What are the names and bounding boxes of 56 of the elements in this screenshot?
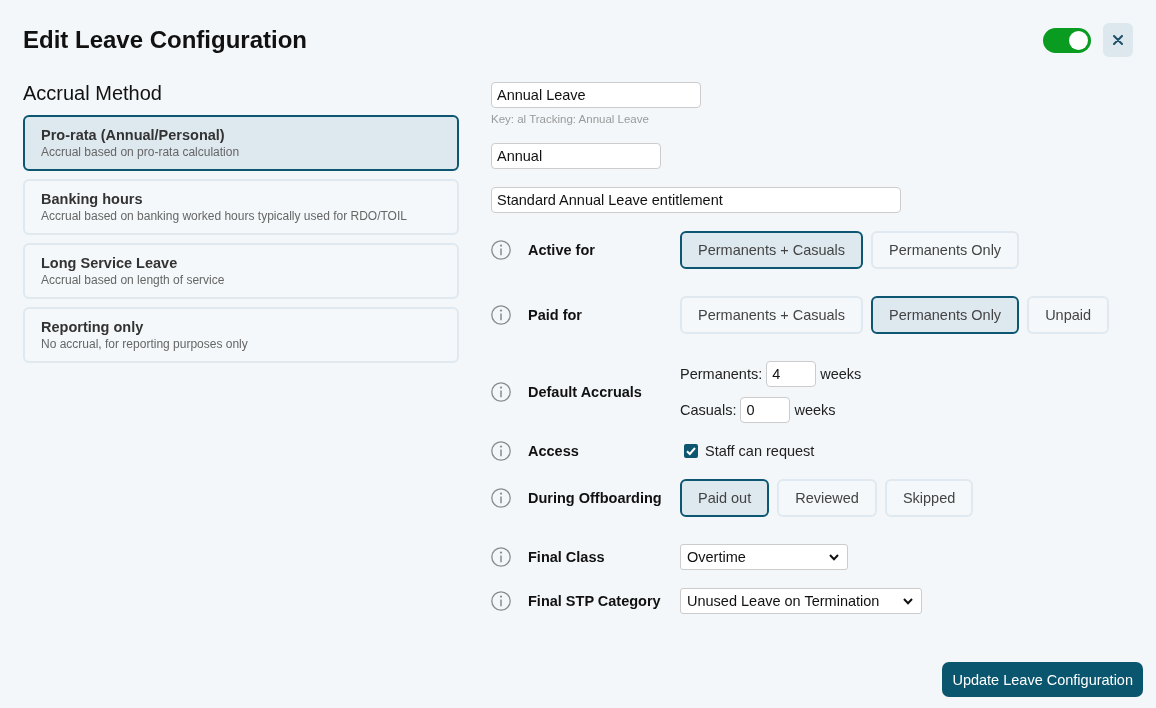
option-description: Accrual based on pro-rata calculation — [41, 145, 241, 159]
option-button[interactable]: Paid out — [680, 479, 770, 517]
option-button[interactable]: Permanents + Casuals — [680, 231, 864, 269]
option-description: Accrual based on length of service — [41, 273, 226, 287]
setting-label: Final Class — [528, 549, 606, 565]
option-button[interactable]: Permanents Only — [871, 296, 1020, 334]
number-field[interactable]: 4 — [766, 361, 817, 387]
checkbox[interactable] — [684, 444, 698, 458]
dropdown[interactable]: Overtime — [680, 544, 848, 570]
info-icon[interactable] — [491, 547, 511, 567]
name-field[interactable]: Annual Leave — [491, 82, 701, 108]
field-label: Casuals: — [680, 402, 737, 418]
accrual-option[interactable]: Banking hours Accrual based on banking worked hours typically used for RDO/TOIL — [23, 179, 459, 235]
number-field[interactable]: 0 — [740, 397, 791, 423]
field-label: Permanents: — [680, 366, 763, 382]
option-button[interactable]: Permanents + Casuals — [680, 296, 864, 334]
setting-label: Paid for — [528, 307, 583, 323]
chevron-down-icon — [829, 553, 839, 561]
setting-label: Access — [528, 443, 580, 459]
info-icon[interactable] — [491, 305, 511, 325]
info-icon[interactable] — [491, 591, 511, 611]
option-button[interactable]: Reviewed — [777, 479, 877, 517]
dropdown[interactable]: Unused Leave on Termination — [680, 588, 923, 614]
field-hint: Key: al Tracking: Annual Leave — [491, 113, 650, 125]
option-button[interactable]: Skipped — [884, 479, 974, 517]
option-description: No accrual, for reporting purposes only — [41, 337, 249, 351]
unit-label: weeks — [794, 402, 836, 418]
unit-label: weeks — [820, 366, 862, 382]
setting-label: Active for — [528, 242, 596, 258]
close-button[interactable] — [1103, 23, 1133, 57]
toggle-switch[interactable] — [1043, 27, 1091, 53]
code-field[interactable]: Annual — [491, 143, 661, 169]
option-description: Accrual based on banking worked hours typically used for RDO/TOIL — [41, 209, 408, 223]
accrual-option[interactable]: Pro-rata (Annual/Personal) Accrual based on pro-rata calculation — [23, 115, 459, 171]
option-title: Pro-rata (Annual/Personal) — [41, 127, 226, 143]
description-field[interactable]: Standard Annual Leave entitlement — [491, 187, 901, 213]
dialog-title: Edit Leave Configuration — [23, 26, 307, 54]
option-title: Long Service Leave — [41, 255, 179, 271]
info-icon[interactable] — [491, 240, 511, 260]
accrual-option[interactable]: Long Service Leave Accrual based on length of service — [23, 243, 459, 299]
section-heading: Accrual Method — [23, 82, 163, 104]
info-icon[interactable] — [491, 488, 511, 508]
accrual-option[interactable]: Reporting only No accrual, for reporting purposes only — [23, 307, 459, 363]
info-icon[interactable] — [491, 382, 511, 402]
option-button[interactable]: Permanents Only — [871, 231, 1020, 269]
setting-label: Default Accruals — [528, 384, 643, 400]
close-icon — [1113, 35, 1123, 45]
checkbox-label: Staff can request — [705, 443, 815, 459]
update-button[interactable]: Update Leave Configuration — [942, 662, 1143, 697]
info-icon[interactable] — [491, 441, 511, 461]
option-title: Banking hours — [41, 191, 144, 207]
setting-label: Final STP Category — [528, 593, 662, 609]
chevron-down-icon — [903, 597, 914, 605]
option-title: Reporting only — [41, 319, 145, 335]
option-button[interactable]: Unpaid — [1027, 296, 1110, 334]
setting-label: During Offboarding — [528, 490, 663, 506]
